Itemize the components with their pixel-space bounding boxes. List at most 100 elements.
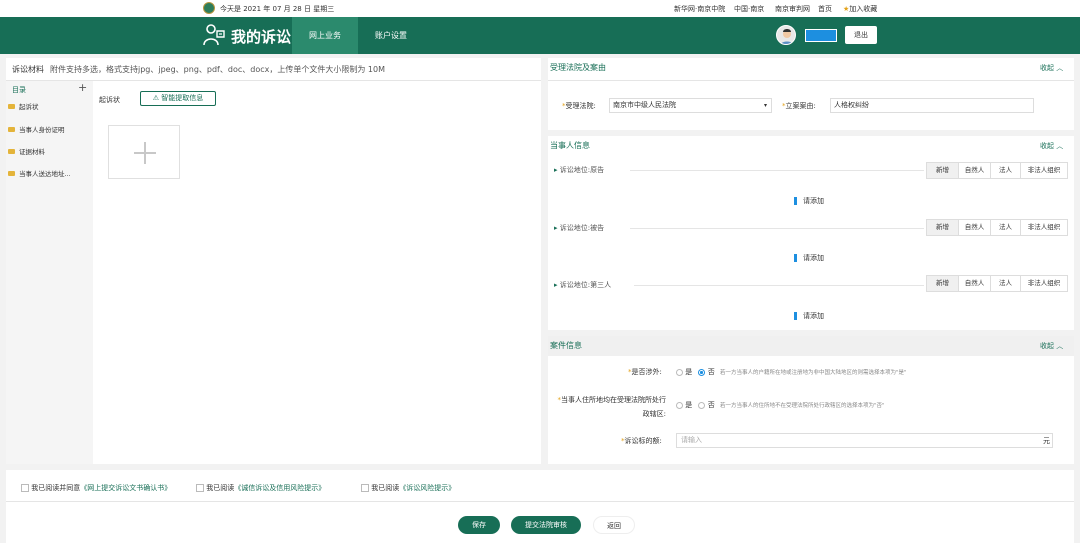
agreement-3[interactable]: 我已阅读《诉讼风险提示》 [361, 483, 455, 493]
logout-button[interactable]: 退出 [845, 26, 877, 44]
legal-person-button[interactable]: 法人 [991, 163, 1021, 178]
residence-yes-radio[interactable] [676, 401, 683, 409]
foreign-no-radio[interactable] [698, 368, 706, 376]
divider [630, 228, 924, 229]
natural-person-button[interactable]: 自然人 [959, 220, 991, 235]
materials-header: 诉讼材料 附件支持多选，格式支持jpg、jpeg、png、pdf、doc、docx… [12, 64, 385, 75]
unincorporated-org-button[interactable]: 非法人组织 [1021, 163, 1067, 178]
court-label: *受理法院: [562, 102, 596, 110]
natural-person-button[interactable]: 自然人 [959, 276, 991, 291]
parties-section-title: 当事人信息 [550, 141, 590, 150]
foreign-yes-radio[interactable] [676, 368, 683, 376]
divider [634, 285, 924, 286]
divider [548, 80, 1074, 81]
user-avatar[interactable] [776, 25, 796, 45]
upload-note: 附件支持多选，格式支持jpg、jpeg、png、pdf、doc、docx，上传单… [50, 65, 385, 74]
avatar-icon [780, 29, 794, 44]
court-collapse-toggle[interactable]: 收起 ︿ [1040, 63, 1063, 73]
agreement-1[interactable]: 我已阅读并同意《网上提交诉讼文书确认书》 [21, 483, 171, 493]
caret-down-icon: ▾ [763, 102, 767, 109]
upload-add-box[interactable] [108, 125, 180, 179]
smart-extract-button[interactable]: ⚠ 智能提取信息 [140, 91, 216, 106]
amount-unit: 元 [1043, 437, 1050, 445]
party-type-buttons: 新增 自然人 法人 非法人组织 [926, 275, 1068, 292]
link-xinhua[interactable]: 新华网·南京中院 [674, 4, 725, 14]
link-china-nanjing[interactable]: 中国·南京 [734, 4, 764, 14]
add-favorite-link[interactable]: ★加入收藏 [843, 4, 877, 14]
folder-icon [8, 149, 15, 154]
parties-collapse-toggle[interactable]: 收起 ︿ [1040, 141, 1063, 151]
case-info-title: 案件信息 [550, 341, 582, 350]
unincorporated-org-button[interactable]: 非法人组织 [1021, 220, 1067, 235]
link-nanjing-trial[interactable]: 南京审判网 [775, 4, 810, 14]
party-row-third-party[interactable]: ▸ 诉讼地位:第三人 [554, 280, 611, 290]
residence-radio-group: 是 否 若一方当事人的住所地不在受理法院所处行政辖区的选择本项为"否" [676, 400, 885, 410]
agreement-1-checkbox[interactable] [21, 484, 29, 492]
current-date: 今天是 2021 年 07 月 28 日 星期三 [220, 5, 335, 13]
legal-person-button[interactable]: 法人 [991, 220, 1021, 235]
directory-item[interactable]: 当事人身份证明 [6, 122, 93, 138]
case-info-section: 案件信息 收起 ︿ *是否涉外: 是 否 若一方当事人的户籍所在地或注册地为非中… [548, 336, 1074, 464]
main-header: 我的诉讼 网上业务 账户设置 退出 [0, 17, 1080, 54]
cause-label: *立案案由: [782, 102, 816, 110]
parties-section: 当事人信息 收起 ︿ ▸ 诉讼地位:原告 新增 自然人 法人 非法人组织 请添加… [548, 136, 1074, 330]
add-party-hint[interactable]: 请添加 [794, 196, 824, 206]
folder-icon [8, 127, 15, 132]
residence-label: *当事人住所地均在受理法院所处行政辖区: [557, 396, 667, 418]
add-party-hint[interactable]: 请添加 [794, 253, 824, 263]
litigant-logo-icon [203, 24, 225, 46]
add-directory-icon[interactable]: + [78, 81, 87, 94]
site-title: 我的诉讼 [231, 28, 292, 46]
foreign-label: *是否涉外: [628, 368, 662, 376]
back-button[interactable]: 返回 [593, 516, 635, 534]
directory-item[interactable]: 起诉状 [6, 99, 93, 115]
submit-footer: 我已阅读并同意《网上提交诉讼文书确认书》 我已阅读《诚信诉讼及信用风险提示》 我… [6, 470, 1074, 543]
directory-item[interactable]: 当事人送达地址... [6, 166, 93, 182]
chevron-up-icon: ︿ [1056, 64, 1064, 72]
nav-online-business[interactable]: 网上业务 [292, 17, 358, 54]
party-row-defendant[interactable]: ▸ 诉讼地位:被告 [554, 223, 604, 233]
amount-label: *诉讼标的额: [621, 437, 662, 445]
court-select[interactable]: 南京市中级人民法院 ▾ [609, 98, 772, 113]
directory-sidebar: 目录 + 起诉状 当事人身份证明 证据材料 当事人送达地址... [6, 81, 93, 464]
legal-person-button[interactable]: 法人 [991, 276, 1021, 291]
agreement-2-link[interactable]: 《诚信诉讼及信用风险提示》 [234, 484, 325, 492]
folder-icon [8, 171, 15, 176]
directory-title: 目录 [12, 86, 26, 94]
residence-no-radio[interactable] [698, 401, 706, 409]
save-button[interactable]: 保存 [458, 516, 500, 534]
directory-item[interactable]: 证据材料 [6, 144, 93, 160]
warning-icon: ⚠ [152, 94, 162, 102]
case-info-collapse-toggle[interactable]: 收起 ︿ [1040, 341, 1063, 351]
divider [6, 501, 1074, 502]
residence-hint: 若一方当事人的住所地不在受理法院所处行政辖区的选择本项为"否" [719, 403, 885, 409]
chevron-up-icon: ︿ [1056, 142, 1064, 150]
section-label: 起诉状 [99, 96, 120, 104]
amount-input[interactable]: 请输入 [676, 433, 1053, 448]
add-party-button[interactable]: 新增 [927, 276, 959, 291]
submit-button[interactable]: 提交法院审核 [511, 516, 581, 534]
court-emblem-icon [203, 2, 215, 14]
nav-account-settings[interactable]: 账户设置 [358, 17, 424, 54]
agreement-2-checkbox[interactable] [196, 484, 204, 492]
add-party-hint[interactable]: 请添加 [794, 311, 824, 321]
court-section: 受理法院及案由 收起 ︿ *受理法院: 南京市中级人民法院 ▾ *立案案由: 人格… [548, 58, 1074, 130]
agreement-1-link[interactable]: 《网上提交诉讼文书确认书》 [80, 484, 171, 492]
foreign-radio-group: 是 否 若一方当事人的户籍所在地或注册地为非中国大陆地区的则需选择本项为"是" [676, 367, 907, 377]
add-party-button[interactable]: 新增 [927, 220, 959, 235]
agreement-3-link[interactable]: 《诉讼风险提示》 [399, 484, 455, 492]
materials-panel: 诉讼材料 附件支持多选，格式支持jpg、jpeg、png、pdf、doc、docx… [6, 58, 541, 464]
divider [630, 170, 924, 171]
natural-person-button[interactable]: 自然人 [959, 163, 991, 178]
agreement-2[interactable]: 我已阅读《诚信诉讼及信用风险提示》 [196, 483, 325, 493]
agreement-3-checkbox[interactable] [361, 484, 369, 492]
cause-input[interactable]: 人格权纠纷 [830, 98, 1034, 113]
party-type-buttons: 新增 自然人 法人 非法人组织 [926, 162, 1068, 179]
unincorporated-org-button[interactable]: 非法人组织 [1021, 276, 1067, 291]
party-type-buttons: 新增 自然人 法人 非法人组织 [926, 219, 1068, 236]
link-home[interactable]: 首页 [818, 4, 832, 14]
party-row-plaintiff[interactable]: ▸ 诉讼地位:原告 [554, 165, 604, 175]
add-party-button[interactable]: 新增 [927, 163, 959, 178]
username-box[interactable] [805, 29, 837, 42]
foreign-hint: 若一方当事人的户籍所在地或注册地为非中国大陆地区的则需选择本项为"是" [719, 370, 907, 376]
